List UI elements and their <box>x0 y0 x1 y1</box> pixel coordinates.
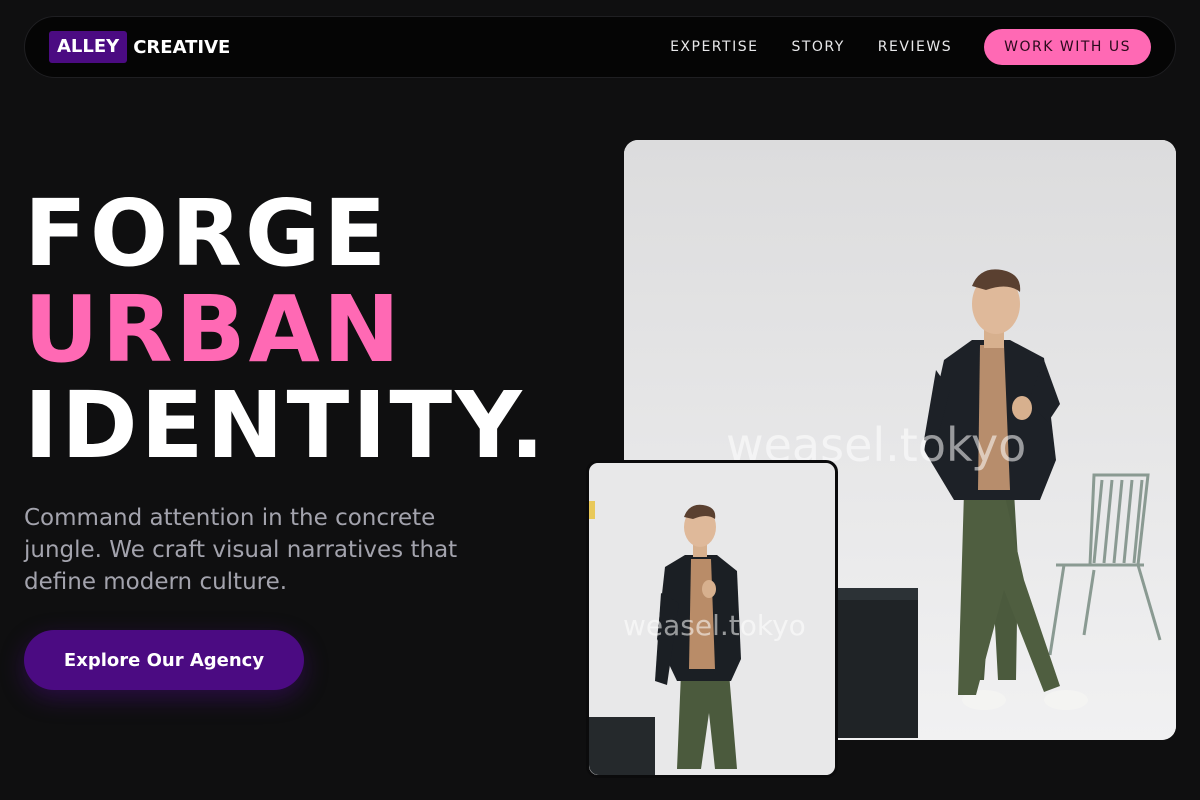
headline-line-3: IDENTITY. <box>24 372 548 479</box>
nav-link-expertise[interactable]: EXPERTISE <box>670 39 758 55</box>
logo-word: CREATIVE <box>133 36 231 58</box>
logo-mark: ALLEY <box>49 31 128 63</box>
work-with-us-button[interactable]: WORK WITH US <box>984 29 1151 65</box>
nav-link-story[interactable]: STORY <box>791 39 844 55</box>
explore-agency-button[interactable]: Explore Our Agency <box>24 630 304 690</box>
headline-line-1: FORGE <box>24 180 390 287</box>
hero-headline: FORGE URBAN IDENTITY. <box>24 186 548 474</box>
hero-subcopy: Command attention in the concrete jungle… <box>24 505 458 595</box>
top-nav: ALLEY CREATIVE EXPERTISE STORY REVIEWS W… <box>24 16 1176 78</box>
nav-links: EXPERTISE STORY REVIEWS WORK WITH US <box>670 29 1151 65</box>
logo[interactable]: ALLEY CREATIVE <box>49 31 230 63</box>
model-photo-illustration-small <box>589 463 835 775</box>
headline-line-2: URBAN <box>24 276 403 383</box>
hero-photo-small: weasel.tokyo <box>586 460 838 778</box>
nav-link-reviews[interactable]: REVIEWS <box>878 39 952 55</box>
